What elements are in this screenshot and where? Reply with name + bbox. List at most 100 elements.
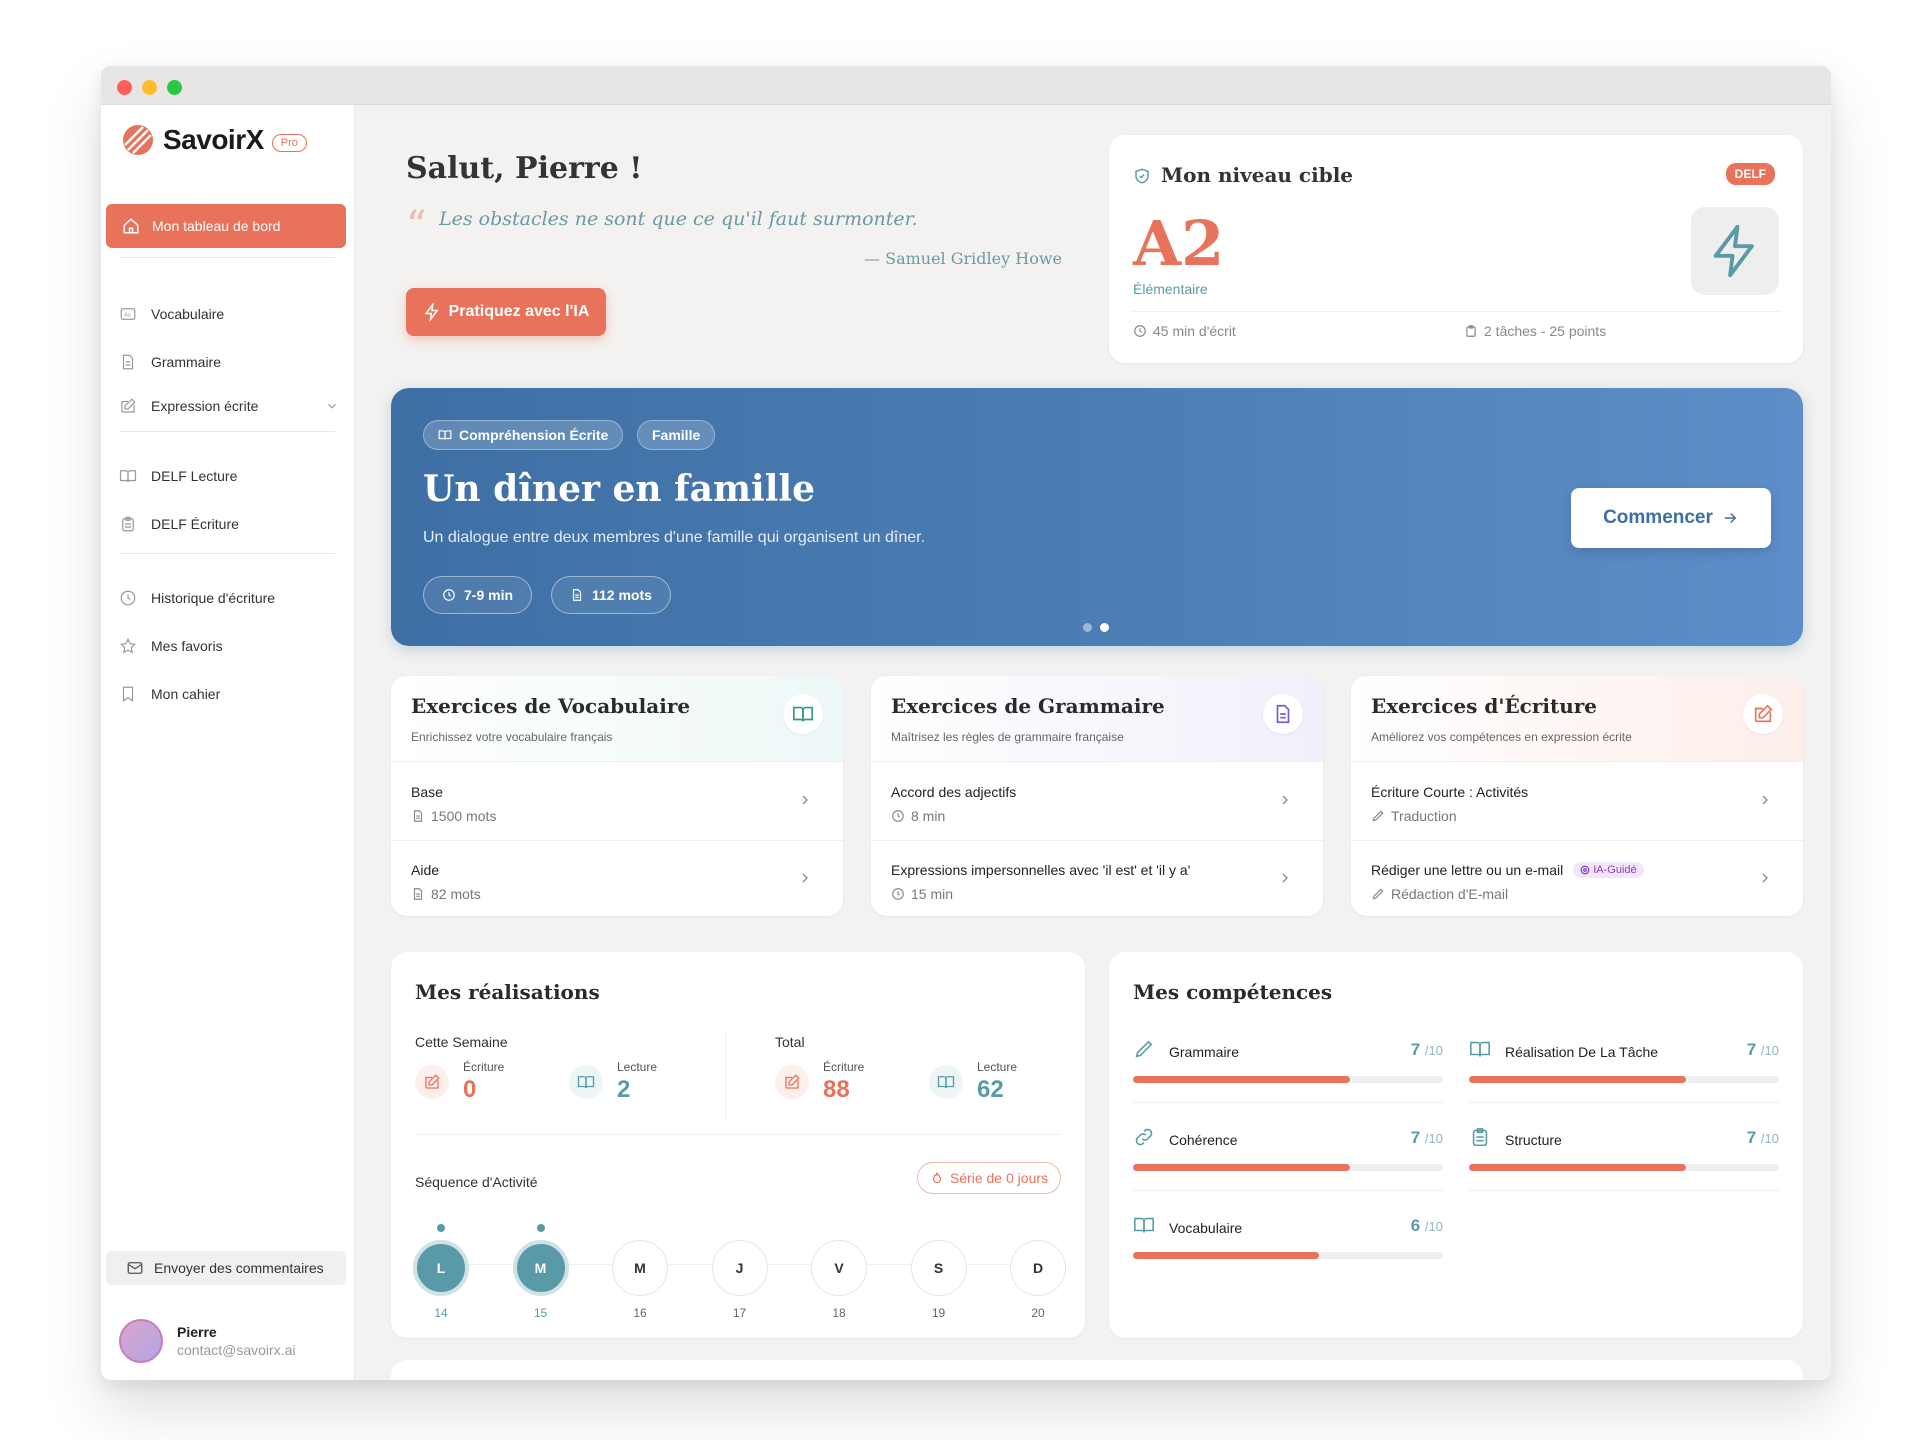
skill-item: Réalisation De La Tâche 7 /10 — [1469, 1034, 1779, 1094]
stat-label: Lecture — [977, 1060, 1018, 1074]
open-book-icon — [937, 1076, 955, 1089]
shield-icon — [1135, 168, 1149, 184]
clipboard-icon — [1472, 1127, 1488, 1147]
divider — [1133, 1190, 1443, 1191]
svg-text:Aa: Aa — [124, 312, 131, 318]
sidebar-item-historique[interactable]: Historique d'écriture — [119, 583, 339, 613]
exercise-row[interactable]: Rédiger une lettre ou un e-mail IA-Guidé… — [1351, 840, 1803, 916]
pencil-square-icon — [785, 1074, 800, 1089]
sidebar-item-label: Expression écrite — [151, 398, 259, 414]
minimize-window-button[interactable] — [142, 80, 157, 95]
exercise-meta: 15 min — [891, 886, 953, 902]
carousel-dot[interactable] — [1083, 623, 1092, 632]
exercise-row[interactable]: Aide 82 mots — [391, 840, 843, 916]
exercise-row[interactable]: Accord des adjectifs 8 min — [871, 762, 1323, 840]
sidebar-item-label: Mon tableau de bord — [152, 218, 281, 234]
open-book-icon — [793, 706, 813, 722]
divider — [119, 431, 335, 432]
chevron-right-icon — [1762, 795, 1768, 805]
maximize-window-button[interactable] — [167, 80, 182, 95]
exercise-title-text: Rédiger une lettre ou un e-mail — [1371, 862, 1564, 878]
exercise-row[interactable]: Base 1500 mots — [391, 762, 843, 840]
target-level-name: Élémentaire — [1133, 281, 1208, 297]
start-lesson-button[interactable]: Commencer — [1571, 488, 1771, 548]
target-icon — [1580, 865, 1590, 875]
open-book-icon — [577, 1076, 595, 1089]
carousel-dots — [1083, 623, 1109, 632]
home-icon — [123, 218, 139, 234]
pencil-square-icon — [121, 398, 136, 413]
sidebar: SavoirX Pro Mon tableau de bord Aa Vocab… — [101, 105, 355, 1380]
exercise-title: Écriture Courte : Activités — [1371, 784, 1529, 800]
stat-icon — [775, 1065, 809, 1099]
card-header: Exercices d'Écriture Améliorez vos compé… — [1351, 676, 1803, 762]
sidebar-item-label: Mon cahier — [151, 686, 221, 702]
chevron-down-icon[interactable] — [325, 399, 339, 413]
exercise-row[interactable]: Expressions impersonnelles avec 'il est'… — [871, 840, 1323, 916]
day-circle: S — [910, 1240, 967, 1296]
card-subtitle: Améliorez vos compétences en expression … — [1371, 730, 1632, 744]
tag-category: Compréhension Écrite — [423, 420, 624, 450]
skill-progress-fill — [1133, 1252, 1319, 1259]
sidebar-item-delf-lecture[interactable]: DELF Lecture — [119, 461, 339, 491]
exercise-meta: 82 mots — [411, 886, 481, 902]
skill-score-value: 7 — [1746, 1128, 1757, 1147]
lesson-word-count: 112 mots — [551, 576, 671, 614]
sidebar-item-grammaire[interactable]: Grammaire — [119, 347, 339, 377]
skill-name: Vocabulaire — [1169, 1220, 1243, 1236]
pencil-icon — [1372, 888, 1384, 900]
sidebar-item-favoris[interactable]: Mes favoris — [119, 631, 339, 661]
sidebar-item-cahier[interactable]: Mon cahier — [119, 679, 339, 709]
delf-badge: DELF — [1725, 163, 1775, 185]
skill-name: Cohérence — [1169, 1132, 1238, 1148]
card-title: Exercices de Vocabulaire — [411, 694, 691, 718]
featured-lesson-banner: Compréhension Écrite Famille Un dîner en… — [391, 388, 1803, 646]
document-icon — [572, 589, 582, 601]
clipboard-icon — [1466, 325, 1476, 337]
document-icon — [122, 354, 134, 370]
sidebar-item-dashboard[interactable]: Mon tableau de bord — [106, 204, 346, 248]
user-profile[interactable]: Pierre contact@savoirx.ai — [119, 1319, 295, 1363]
chevron-right-icon — [1282, 873, 1288, 883]
exercise-title: Aide — [411, 862, 440, 878]
sidebar-item-expression-ecrite[interactable]: Expression écrite — [119, 391, 339, 421]
day-circle: J — [711, 1240, 768, 1296]
skill-progress-bar — [1469, 1076, 1779, 1083]
card-icon — [1743, 694, 1783, 734]
pencil-square-icon — [425, 1074, 440, 1089]
card-header: Exercices de Vocabulaire Enrichissez vot… — [391, 676, 843, 762]
vocabulary-exercises-card: Exercices de Vocabulaire Enrichissez vot… — [391, 676, 843, 916]
skill-score-max: /10 — [1424, 1043, 1443, 1058]
total-reading-stat: Lecture 62 — [929, 1060, 1017, 1104]
day-number: 18 — [832, 1306, 846, 1320]
quote-author: — Samuel Gridley Howe — [864, 249, 1062, 268]
stat-icon — [415, 1065, 449, 1099]
lesson-description: Un dialogue entre deux membres d'une fam… — [423, 529, 926, 546]
duration-text: 7-9 min — [464, 587, 514, 603]
skill-progress-fill — [1469, 1164, 1686, 1171]
logo[interactable]: SavoirX Pro — [121, 123, 307, 157]
day-number: 19 — [931, 1306, 946, 1320]
carousel-dot-active[interactable] — [1100, 623, 1109, 632]
send-feedback-button[interactable]: Envoyer des commentaires — [106, 1251, 346, 1285]
skill-score: 6 /10 — [1411, 1216, 1443, 1236]
sidebar-item-vocabulaire[interactable]: Aa Vocabulaire — [119, 299, 339, 329]
ai-guided-badge: IA-Guidé — [1573, 862, 1644, 878]
practice-with-ai-button[interactable]: Pratiquez avec l'IA — [406, 288, 606, 336]
skill-progress-bar — [1133, 1076, 1443, 1083]
skill-name: Structure — [1505, 1132, 1562, 1148]
exercise-title: Base — [411, 784, 443, 800]
target-level: A2 — [1133, 207, 1225, 280]
exercise-meta-text: 82 mots — [431, 886, 481, 902]
total-label: Total — [775, 1034, 805, 1050]
close-window-button[interactable] — [117, 80, 132, 95]
skill-item: Structure 7 /10 — [1469, 1122, 1779, 1182]
skills-card: Mes compétences Grammaire 7 /10 Réalisatio… — [1109, 952, 1803, 1338]
day-activity-dot — [536, 1224, 545, 1232]
day-activity-dot — [437, 1224, 445, 1232]
open-book-icon — [119, 470, 137, 483]
exercise-row[interactable]: Écriture Courte : Activités Traduction — [1351, 762, 1803, 840]
sidebar-item-delf-ecriture[interactable]: DELF Écriture — [119, 509, 339, 539]
exercise-meta-text: Traduction — [1391, 808, 1457, 824]
tag-theme: Famille — [637, 420, 716, 450]
